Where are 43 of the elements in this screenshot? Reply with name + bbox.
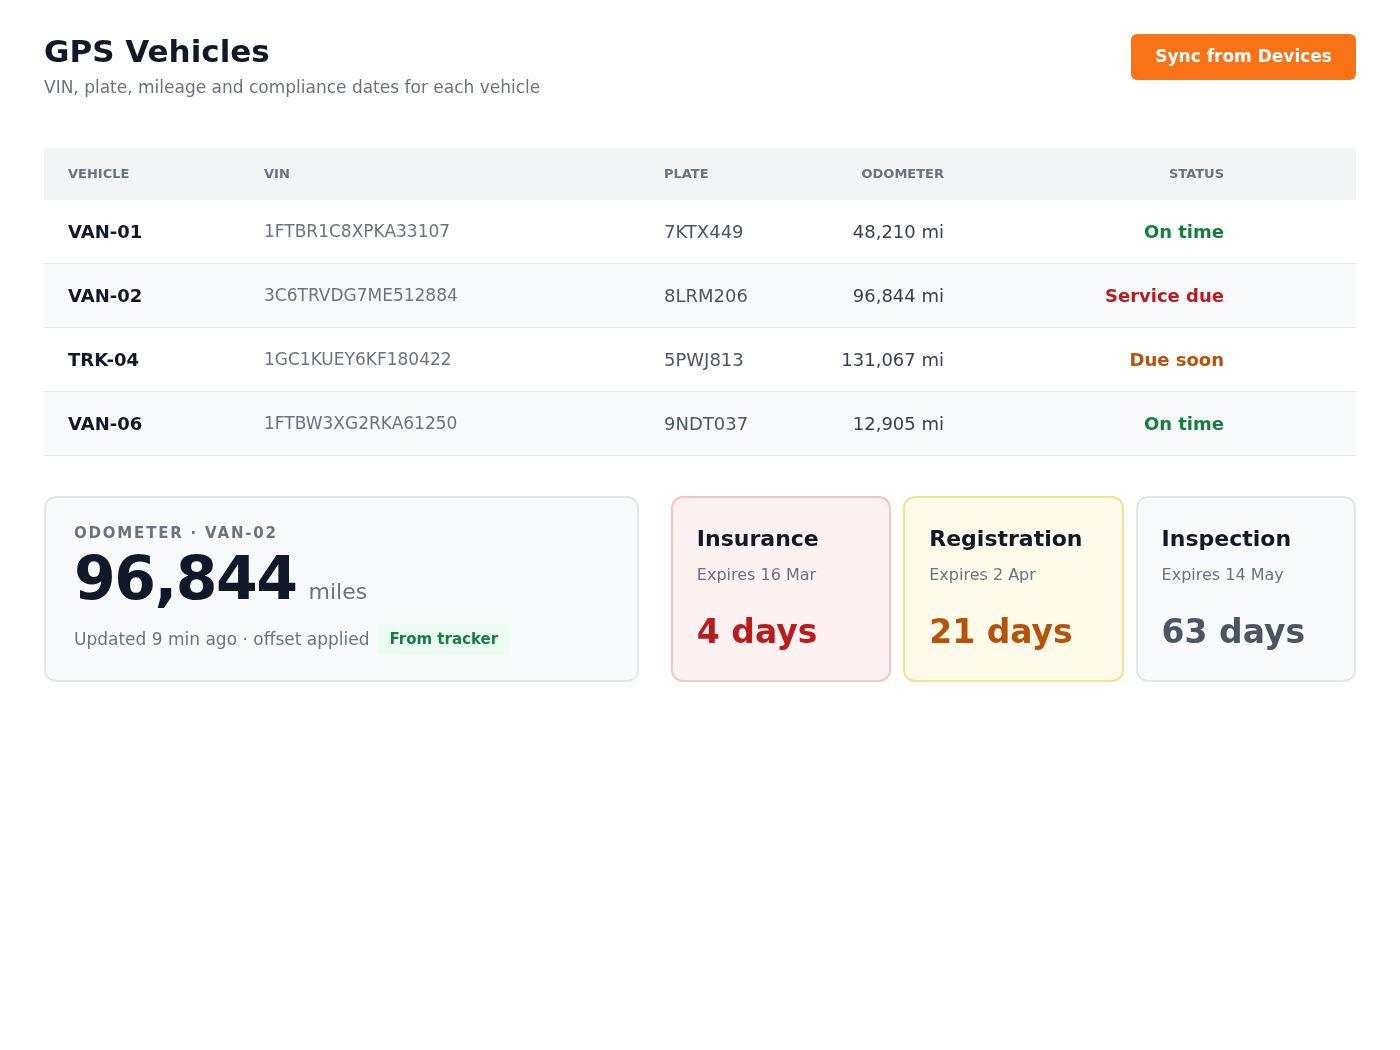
expiry-date: Expires 14 May bbox=[1161, 563, 1285, 586]
odometer-label: ODOMETER · VAN-02 bbox=[74, 522, 279, 544]
days-remaining: 63 days bbox=[1161, 610, 1307, 653]
card-title: Inspection bbox=[1161, 524, 1293, 553]
odometer-cell-text: 131,067 mi bbox=[840, 347, 944, 372]
vehicle-cell-text: TRK-04 bbox=[68, 347, 141, 372]
days-remaining: 21 days bbox=[929, 610, 1074, 653]
plate-cell-text: 7KTX449 bbox=[664, 219, 745, 244]
plate-cell-text: 9NDT037 bbox=[664, 411, 750, 436]
table-row[interactable]: VAN-02 3C6TRVDG7ME512884 8LRM206 96,844 mi Service due bbox=[44, 263, 1356, 328]
odometer-unit: miles bbox=[308, 578, 368, 607]
expiry-date: Expires 2 Apr bbox=[929, 563, 1037, 586]
expiry-date: Expires 16 Mar bbox=[696, 563, 818, 586]
card-title: Registration bbox=[929, 524, 1084, 553]
page-subtitle: VIN, plate, mileage and compliance dates for each vehicle bbox=[44, 75, 541, 99]
vin-cell-text: 1FTBW3XG2RKA61250 bbox=[264, 411, 459, 435]
status-text: Due soon bbox=[1128, 347, 1224, 372]
plate-cell-text: 5PWJ813 bbox=[664, 347, 745, 372]
table-row[interactable]: VAN-06 1FTBW3XG2RKA61250 9NDT037 12,905 mi On time bbox=[44, 391, 1356, 456]
odometer-value: 96,844 bbox=[74, 548, 297, 609]
days-remaining: 4 days bbox=[696, 610, 819, 653]
column-header: ODOMETER bbox=[860, 165, 944, 184]
odometer-cell-text: 96,844 mi bbox=[851, 283, 944, 308]
vehicle-cell-text: VAN-02 bbox=[68, 283, 144, 308]
card-title: Insurance bbox=[696, 524, 820, 553]
column-header: STATUS bbox=[1167, 165, 1224, 184]
column-header: VIN bbox=[264, 165, 291, 184]
plate-cell-text: 8LRM206 bbox=[664, 283, 749, 308]
status-text: On time bbox=[1142, 411, 1224, 436]
column-header: PLATE bbox=[664, 165, 710, 184]
vin-cell-text: 1FTBR1C8XPKA33107 bbox=[264, 219, 452, 243]
vin-cell-text: 1GC1KUEY6KF180422 bbox=[264, 347, 453, 371]
vin-cell-text: 3C6TRVDG7ME512884 bbox=[264, 283, 459, 307]
source-badge: From tracker bbox=[377, 624, 511, 655]
page-title: GPS Vehicles bbox=[44, 32, 271, 71]
vehicle-cell-text: VAN-01 bbox=[68, 219, 144, 244]
vehicle-cell-text: VAN-06 bbox=[68, 411, 144, 436]
status-text: On time bbox=[1142, 219, 1224, 244]
update-note: Updated 9 min ago · offset applied bbox=[74, 627, 370, 651]
column-header: VEHICLE bbox=[68, 165, 131, 184]
status-text: Service due bbox=[1104, 283, 1224, 308]
odometer-cell-text: 12,905 mi bbox=[851, 411, 944, 436]
odometer-cell-text: 48,210 mi bbox=[851, 219, 944, 244]
